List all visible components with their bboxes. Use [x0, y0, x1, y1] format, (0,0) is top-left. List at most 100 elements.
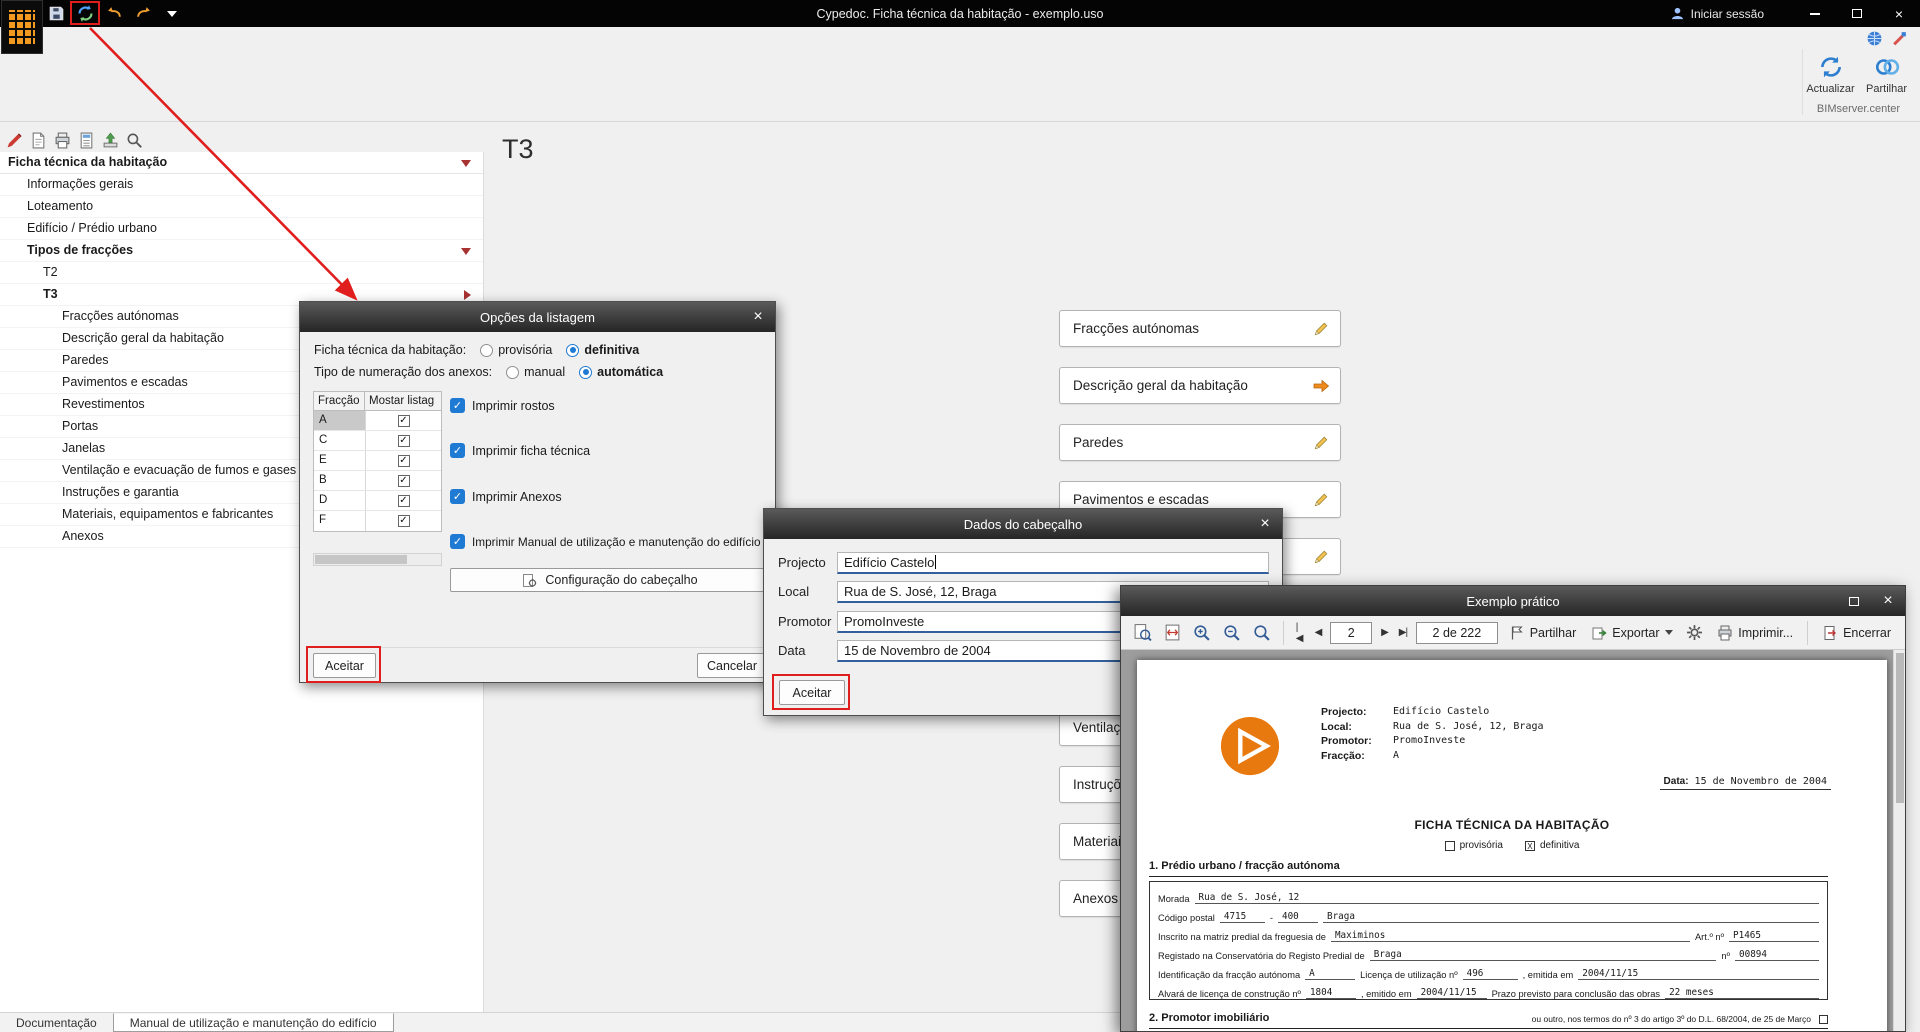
row-checkbox[interactable]: ✓	[397, 414, 410, 427]
options-aceitar-button[interactable]: Aceitar	[313, 653, 376, 678]
next-page-icon[interactable]: ▶	[1379, 627, 1390, 638]
tree-header[interactable]: Ficha técnica da habitação	[0, 152, 483, 174]
radio-provisoria[interactable]: provisória	[480, 343, 552, 357]
table-row[interactable]: A ✓	[314, 411, 441, 431]
tree-item-label: Edifício / Prédio urbano	[27, 221, 157, 235]
export-icon[interactable]	[101, 131, 119, 149]
tree-item-t2[interactable]: T2	[0, 262, 483, 284]
input-value: Rua de S. José, 12, Braga	[844, 584, 997, 599]
cell-fraccao: F	[319, 514, 327, 526]
scrollbar-thumb[interactable]	[315, 555, 407, 564]
button-label: Exportar	[1612, 625, 1660, 640]
settings-gear-icon[interactable]	[1684, 621, 1707, 645]
tree-item-label: Ventilação e evacuação de fumos e gases	[62, 463, 297, 477]
redo-icon[interactable]	[133, 4, 153, 24]
doc-label: Prazo previsto para conclusão das obras	[1491, 989, 1661, 999]
preview-close-button[interactable]: ×	[1873, 588, 1903, 614]
zoom-in-icon[interactable]	[1191, 621, 1214, 645]
check-imprimir-rostos[interactable]: ✓ Imprimir rostos	[450, 398, 555, 413]
row-checkbox[interactable]: ✓	[397, 515, 410, 527]
dropdown-marker-icon[interactable]	[461, 160, 471, 167]
doc-value: Rua de S. José, 12	[1194, 892, 1819, 904]
scrollbar-thumb[interactable]	[1896, 653, 1904, 803]
main-button-paredes[interactable]: Paredes	[1059, 424, 1341, 461]
previous-page-icon[interactable]: ◀	[1313, 627, 1324, 638]
preview-partilhar-button[interactable]: Partilhar	[1505, 620, 1581, 646]
tree-item-loteamento[interactable]: Loteamento	[0, 196, 483, 218]
last-page-icon[interactable]: ▶|	[1397, 627, 1409, 638]
first-page-icon[interactable]: |◀	[1294, 622, 1306, 644]
main-button-descricao-geral[interactable]: Descrição geral da habitação	[1059, 367, 1341, 404]
report-icon[interactable]	[77, 131, 95, 149]
app-logo[interactable]	[1, 0, 43, 54]
search-icon[interactable]	[125, 131, 143, 149]
check-imprimir-anexos[interactable]: ✓ Imprimir Anexos	[450, 489, 562, 504]
doc-title: FICHA TÉCNICA DA HABITAÇÃO	[1414, 818, 1610, 832]
preview-title: Exemplo prático	[1466, 593, 1560, 609]
preview-scrollbar[interactable]	[1893, 650, 1905, 1031]
signin-button[interactable]: Iniciar sessão	[1670, 6, 1764, 21]
tree-item-informacoes-gerais[interactable]: Informações gerais	[0, 174, 483, 196]
save-icon[interactable]	[46, 4, 66, 24]
doc-label: Registado na Conservatória do Registo Pr…	[1158, 951, 1365, 961]
table-row[interactable]: D ✓	[314, 491, 441, 511]
fit-width-icon[interactable]	[1161, 621, 1184, 645]
doc-label: Projecto:	[1321, 706, 1367, 718]
page-number-value: 2	[1347, 625, 1355, 640]
table-row[interactable]: E ✓	[314, 451, 441, 471]
doc-label: definitiva	[1539, 840, 1580, 851]
tab-documentacao[interactable]: Documentação	[0, 1013, 113, 1032]
radio-manual[interactable]: manual	[506, 365, 565, 379]
radio-definitiva[interactable]: definitiva	[566, 343, 639, 357]
new-document-icon[interactable]	[29, 131, 47, 149]
print-icon[interactable]	[53, 131, 71, 149]
options-cancelar-button[interactable]: Cancelar	[697, 653, 767, 678]
maximize-button[interactable]	[1836, 0, 1878, 27]
zoom-reset-icon[interactable]	[1250, 621, 1273, 645]
table-row[interactable]: C ✓	[314, 431, 441, 451]
table-row[interactable]: B ✓	[314, 471, 441, 491]
tree-item-edificio-predio-urbano[interactable]: Edifício / Prédio urbano	[0, 218, 483, 240]
tree-item-label: Loteamento	[27, 199, 94, 213]
preview-exportar-button[interactable]: Exportar	[1587, 620, 1676, 646]
tree-item-label: Materiais, equipamentos e fabricantes	[62, 507, 274, 521]
check-imprimir-ficha[interactable]: ✓ Imprimir ficha técnica	[450, 443, 590, 458]
dropdown-marker-icon[interactable]	[461, 248, 471, 255]
tree-item-tipos-de-fraccoes[interactable]: Tipos de fracções	[0, 240, 483, 262]
minimize-button[interactable]	[1794, 0, 1836, 27]
undo-icon[interactable]	[104, 4, 124, 24]
close-button[interactable]: ×	[1878, 0, 1920, 27]
main-button-fraccoes-autonomas[interactable]: Fracções autónomas	[1059, 310, 1341, 347]
globe-icon[interactable]	[1866, 30, 1883, 50]
actualizar-button[interactable]: Actualizar	[1805, 51, 1857, 98]
row-checkbox[interactable]: ✓	[397, 474, 410, 487]
toolbar-dropdown-icon[interactable]	[162, 4, 182, 24]
zoom-out-icon[interactable]	[1220, 621, 1243, 645]
row-checkbox[interactable]: ✓	[397, 434, 410, 447]
partilhar-button[interactable]: Partilhar	[1861, 51, 1913, 98]
doc-value: 496	[1462, 968, 1518, 980]
zoom-window-icon[interactable]	[1131, 621, 1154, 645]
edit-icon[interactable]	[5, 131, 23, 149]
table-row[interactable]: F ✓	[314, 511, 441, 531]
config-cabecalho-button[interactable]: Configuração do cabeçalho	[450, 568, 770, 592]
page-number-input[interactable]: 2	[1330, 621, 1373, 644]
header-aceitar-button[interactable]: Aceitar	[779, 680, 845, 705]
radio-label: provisória	[498, 343, 553, 357]
tools-icon[interactable]	[1891, 30, 1908, 50]
header-dialog-close-button[interactable]: ×	[1250, 511, 1280, 537]
tab-manual[interactable]: Manual de utilização e manutenção do edi…	[112, 1013, 394, 1032]
doc-value: Rua de S. José, 12, Braga	[1393, 720, 1544, 732]
close-doc-icon	[1824, 625, 1837, 640]
table-hscrollbar[interactable]	[313, 553, 442, 566]
check-imprimir-manual[interactable]: ✓ Imprimir Manual de utilização e manuten…	[450, 534, 761, 549]
sync-icon[interactable]	[75, 4, 95, 24]
preview-imprimir-button[interactable]: Imprimir...	[1713, 620, 1797, 646]
projecto-input[interactable]: Edifício Castelo	[837, 552, 1269, 574]
radio-automatica[interactable]: automática	[579, 365, 663, 379]
row-checkbox[interactable]: ✓	[397, 494, 410, 507]
preview-maximize-button[interactable]	[1839, 588, 1869, 614]
row-checkbox[interactable]: ✓	[397, 454, 410, 467]
options-dialog-close-button[interactable]: ×	[743, 304, 773, 330]
preview-encerrar-button[interactable]: Encerrar	[1818, 620, 1895, 646]
